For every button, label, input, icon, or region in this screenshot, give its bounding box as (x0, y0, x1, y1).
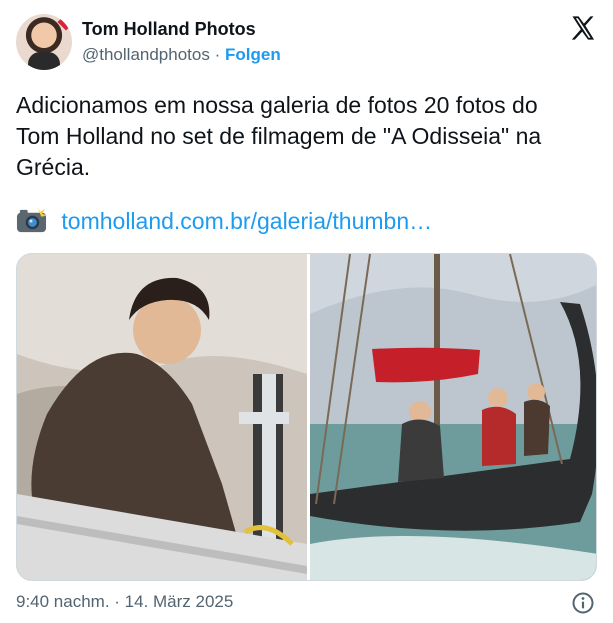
author-display-name[interactable]: Tom Holland Photos (82, 19, 256, 40)
author-handle[interactable]: @thollandphotos (82, 45, 210, 64)
photo-1-illustration (17, 254, 307, 580)
gallery-link[interactable]: tomholland.com.br/galeria/thumbn… (61, 208, 432, 234)
media-grid (16, 253, 597, 581)
handle-separator: · (214, 45, 221, 64)
tweet-header: Tom Holland Photos @thollandphotos · Fol… (16, 12, 597, 72)
avatar-leaf (57, 14, 72, 31)
camera-flash-icon (16, 206, 47, 233)
follow-button[interactable]: Folgen (225, 45, 281, 64)
tweet-link-row: tomholland.com.br/galeria/thumbn… (16, 206, 432, 237)
info-icon[interactable] (571, 591, 595, 615)
photo-2[interactable] (310, 254, 596, 580)
author-avatar[interactable] (16, 14, 72, 70)
photo-2-illustration (310, 254, 596, 580)
x-logo-icon[interactable] (569, 14, 597, 42)
tweet-text: Adicionamos em nossa galeria de fotos 20… (16, 92, 542, 180)
photo-1[interactable] (17, 254, 307, 580)
tweet-timestamp[interactable]: 9:40 nachm. · 14. März 2025 (16, 592, 233, 612)
avatar-shirt (28, 52, 60, 70)
author-handle-row: @thollandphotos · Folgen (82, 45, 281, 65)
